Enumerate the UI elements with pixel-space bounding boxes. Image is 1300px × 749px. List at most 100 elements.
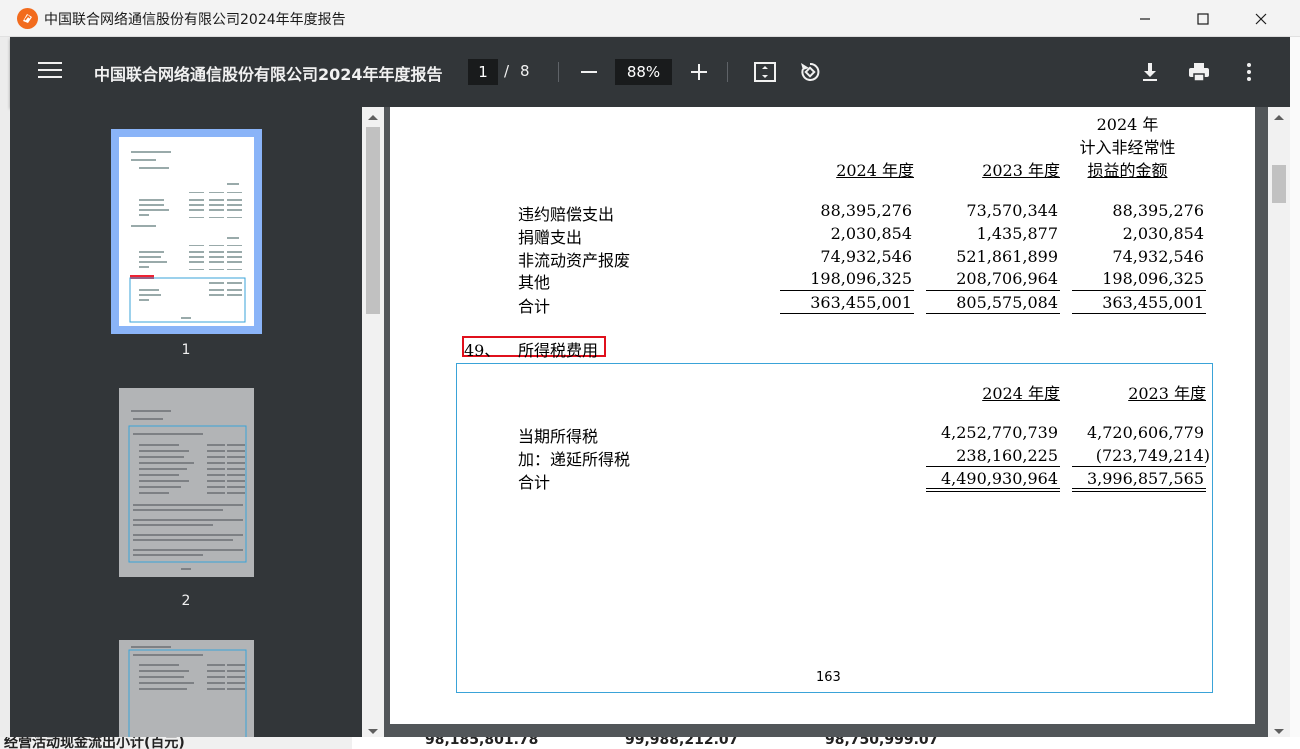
scroll-down-icon[interactable]: [1274, 729, 1284, 734]
background-row-label: 经营活动现金流出小计(百元): [4, 737, 185, 749]
t2-row-label: 当期所得税: [518, 427, 599, 446]
document-title: 中国联合网络通信股份有限公司2024年年度报告: [94, 65, 443, 84]
row-value: 198,096,325: [810, 269, 912, 288]
t2-subtotal-rule: [926, 466, 1060, 467]
close-button[interactable]: [1232, 0, 1290, 37]
row-label: 非流动资产报废: [518, 251, 631, 270]
window-titlebar: 中国联合网络通信股份有限公司2024年年度报告: [0, 0, 1300, 37]
row-value: 2,030,854: [830, 224, 912, 243]
section-title: 所得税费用: [518, 341, 599, 360]
toolbar-divider: [727, 62, 728, 82]
background-value: 99,988,212.07: [625, 737, 739, 748]
thumbnail-sidebar: 1 2: [10, 107, 362, 749]
thumbnail-page-3-preview: [128, 646, 247, 749]
t2-row-value: 4,252,770,739: [940, 423, 1058, 442]
col3-header-line1: 2024 年: [1096, 115, 1159, 134]
rotate-icon[interactable]: [798, 60, 822, 84]
row-value: 208,706,964: [956, 269, 1058, 288]
close-icon: [1255, 13, 1267, 24]
app-logo-icon: [17, 8, 38, 29]
thumbnail-page-1[interactable]: [119, 137, 254, 326]
row-label: 捐赠支出: [518, 228, 583, 247]
menu-icon[interactable]: [38, 62, 62, 82]
row-value: 2,030,854: [1122, 224, 1204, 243]
total-value: 805,575,084: [956, 293, 1058, 312]
thumbnail-page-1-preview: [129, 151, 246, 323]
section-number: 49、: [464, 341, 501, 360]
row-value: 521,861,899: [956, 247, 1058, 266]
row-label: 其他: [518, 273, 551, 292]
minimize-icon: [1140, 17, 1150, 20]
minimize-button[interactable]: [1116, 0, 1174, 37]
t2-row-value: 4,720,606,779: [1086, 423, 1204, 442]
row-value: 74,932,546: [820, 247, 912, 266]
sidebar-scrollbar[interactable]: [362, 107, 384, 749]
main-scrollbar[interactable]: [1268, 107, 1290, 749]
t2-col1-header: 2024 年度: [982, 384, 1060, 403]
thumbnail-label: 2: [181, 593, 191, 609]
t2-row-label: 加：递延所得税: [518, 450, 631, 469]
toolbar-divider: [558, 62, 559, 82]
background-window-strip: 经营活动现金流出小计(百元) 98,185,801.78 99,988,212.…: [0, 737, 1300, 749]
page-number: 163: [816, 670, 841, 685]
fit-page-icon[interactable]: [753, 60, 777, 84]
t2-total-value: 3,996,857,565: [1086, 469, 1204, 488]
total-rule: [926, 313, 1060, 314]
thumbnail-page-2[interactable]: [119, 388, 254, 577]
page-number-input[interactable]: [468, 59, 498, 85]
total-label: 合计: [518, 297, 551, 316]
total-value: 363,455,001: [810, 293, 912, 312]
subtotal-rule: [780, 290, 914, 291]
selection-box: [456, 363, 1213, 693]
sidebar-scroll-thumb[interactable]: [366, 127, 380, 314]
col3-header-line2: 计入非经常性: [1079, 138, 1176, 157]
row-value: 1,435,877: [976, 224, 1058, 243]
thumbnail-label: 1: [181, 342, 191, 358]
t2-total-value: 4,490,930,964: [940, 469, 1058, 488]
thumbnail-page-2-preview: [128, 410, 247, 570]
row-value: 74,932,546: [1112, 247, 1204, 266]
page-separator: /: [504, 62, 510, 80]
thumbnail-page-3[interactable]: [119, 640, 254, 749]
total-rule: [1072, 313, 1206, 314]
subtotal-rule: [926, 290, 1060, 291]
col1-header: 2024 年度: [836, 161, 914, 180]
main-scroll-thumb[interactable]: [1272, 165, 1286, 203]
col2-header: 2023 年度: [982, 161, 1060, 180]
t2-total-rule: [1072, 491, 1206, 492]
row-value: 73,570,344: [966, 201, 1058, 220]
window-title: 中国联合网络通信股份有限公司2024年年度报告: [44, 12, 346, 28]
row-value: 198,096,325: [1102, 269, 1204, 288]
subtotal-rule: [1072, 290, 1206, 291]
maximize-icon: [1197, 12, 1209, 25]
t2-row-value: 238,160,225: [956, 446, 1058, 465]
t2-total-rule: [926, 491, 1060, 492]
scroll-up-icon[interactable]: [1274, 115, 1284, 120]
maximize-button[interactable]: [1174, 0, 1232, 37]
pdf-page: 2024 年 计入非经常性 损益的金额 2024 年度 2023 年度 违约赔偿…: [390, 107, 1255, 724]
t2-total-rule: [926, 488, 1060, 489]
col3-header-line3: 损益的金额: [1087, 161, 1168, 180]
scroll-up-icon[interactable]: [368, 115, 378, 120]
total-rule: [780, 313, 914, 314]
t2-col2-header: 2023 年度: [1128, 384, 1206, 403]
page-total: 8: [520, 62, 530, 80]
print-icon[interactable]: [1187, 60, 1211, 84]
t2-row-value: (723,749,214): [1095, 446, 1210, 465]
background-window-edge: [1290, 37, 1300, 749]
download-icon[interactable]: [1138, 60, 1162, 84]
t2-total-rule: [1072, 488, 1206, 489]
background-value: 98,185,801.78: [425, 737, 539, 748]
row-value: 88,395,276: [1112, 201, 1204, 220]
total-value: 363,455,001: [1102, 293, 1204, 312]
more-options-icon[interactable]: [1237, 60, 1261, 84]
zoom-in-icon[interactable]: [687, 60, 711, 84]
document-viewer: 2024 年 计入非经常性 损益的金额 2024 年度 2023 年度 违约赔偿…: [384, 107, 1268, 749]
t2-subtotal-rule: [1072, 466, 1206, 467]
scroll-down-icon[interactable]: [368, 729, 378, 734]
zoom-out-icon[interactable]: [577, 60, 601, 84]
row-label: 违约赔偿支出: [518, 205, 615, 224]
row-value: 88,395,276: [820, 201, 912, 220]
background-value: 98,750,999.07: [825, 737, 939, 748]
zoom-input[interactable]: [615, 59, 672, 85]
